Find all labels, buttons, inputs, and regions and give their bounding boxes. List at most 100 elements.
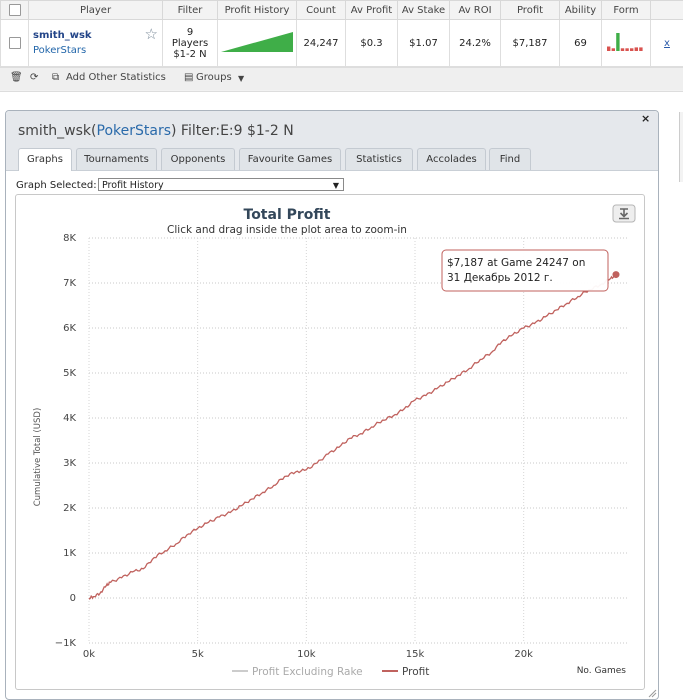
tooltip-line-2: 31 Декабрь 2012 г. [447,272,553,284]
form-cell [601,19,651,67]
filter-line: $1-2 N [173,48,207,60]
form-bar [639,46,643,51]
chart-subtitle: Click and drag inside the plot area to z… [167,224,407,236]
col-remove-header [650,0,683,20]
site-link[interactable]: PokerStars [29,45,162,56]
chart-container[interactable]: −1K 0 1K 2K 3K 4K 5K 6K 7K 8K 0k 5k 10k 15k 20k Total… [15,194,645,690]
form-bar [607,46,611,51]
table-row[interactable]: smith_wsk PokerStars ☆ 9 Players $1-2 N … [0,19,683,67]
dropdown-arrow-icon: ▼ [332,181,339,190]
col-count-header[interactable]: Count [296,0,346,20]
panel-header: smith_wsk(PokerStars) Filter:E:9 $1-2 N … [6,111,658,171]
y-axis-title: Cumulative Total (USD) [33,408,43,507]
remove-cell[interactable]: x [650,19,683,67]
x-tick-label: 20k [514,649,533,660]
tab-find[interactable]: Find [489,148,531,170]
filter-line: Players [171,37,209,49]
tab-favourite-games[interactable]: Favourite Games [239,148,341,170]
add-other-statistics-button[interactable]: Add Other Statistics [66,72,166,83]
legend-profit[interactable]: Profit [402,666,429,678]
y-tick-label: 0 [70,593,76,604]
resize-grip-icon[interactable] [647,688,657,698]
y-tick-label: 7K [63,278,76,289]
col-player-header[interactable]: Player [28,0,163,20]
col-ability-header[interactable]: Ability [559,0,602,20]
col-profit-history-header[interactable]: Profit History [217,0,297,20]
graph-select-value: Profit History [102,180,164,191]
chart-legend: Profit Excluding Rake Profit [232,666,429,678]
y-tick-label: −1K [55,638,77,649]
tooltip-line-1: $7,187 at Game 24247 on [447,257,585,269]
col-filter-header[interactable]: Filter [162,0,218,20]
profit-history-cell[interactable] [217,19,297,67]
player-name-link[interactable]: smith_wsk [29,30,162,41]
add-statistics-icon: ⧉ [52,72,60,83]
x-axis-labels: 0k 5k 10k 15k 20k [83,649,533,660]
col-profit-header[interactable]: Profit [500,0,560,20]
col-av-roi-header[interactable]: Av ROI [449,0,501,20]
download-button[interactable] [612,204,636,223]
favourite-star-icon[interactable]: ☆ [145,25,158,43]
y-tick-label: 4K [63,413,76,424]
last-data-point[interactable] [612,271,620,279]
trash-icon[interactable]: 🗑 [10,72,23,83]
form-bar [634,46,638,51]
av-roi-cell: 24.2% [449,19,501,67]
grid-lines [88,237,628,644]
y-tick-label: 2K [63,503,76,514]
y-tick-label: 6K [63,323,76,334]
table-toolbar: 🗑 ⟳ ⧉ Add Other Statistics ▤ Groups ▼ [0,67,683,90]
av-profit-cell: $0.3 [345,19,398,67]
chart-title: Total Profit [244,207,331,223]
chevron-down-icon[interactable]: ▼ [238,74,244,83]
col-av-stake-header[interactable]: Av Stake [397,0,450,20]
title-site-link[interactable]: PokerStars [97,123,172,139]
groups-button[interactable]: Groups [196,72,232,83]
filter-cell: 9 Players $1-2 N [162,19,218,67]
y-tick-label: 3K [63,458,76,469]
col-form-header[interactable]: Form [601,0,651,20]
profit-series-line[interactable] [88,273,617,600]
row-checkbox[interactable] [8,37,21,49]
select-all-checkbox[interactable] [8,4,21,16]
tab-graphs[interactable]: Graphs [18,148,72,171]
profit-history-sparkline[interactable] [220,31,294,53]
x-tick-label: 0k [83,649,95,660]
graph-select-dropdown[interactable]: Profit History ▼ [98,178,344,191]
title-player-name: smith_wsk [18,123,92,139]
form-bar [625,47,629,51]
header-row: Player Filter Profit History Count Av Pr… [0,0,683,20]
stats-grid: Player Filter Profit History Count Av Pr… [0,0,683,67]
title-filter: Filter:E:9 $1-2 N [176,123,294,139]
count-cell: 24,247 [296,19,346,67]
y-axis-labels: −1K 0 1K 2K 3K 4K 5K 6K 7K 8K [55,233,77,649]
form-bar [630,47,634,51]
remove-row-link[interactable]: x [664,38,670,49]
profit-cell: $7,187 [500,19,560,67]
tab-opponents[interactable]: Opponents [161,148,235,170]
close-panel-icon[interactable]: × [641,112,650,125]
row-select-cell[interactable] [0,19,29,67]
form-bar [620,47,625,51]
refresh-icon[interactable]: ⟳ [30,72,38,83]
form-bar [616,32,620,51]
legend-profit-excluding-rake[interactable]: Profit Excluding Rake [252,666,363,678]
x-tick-label: 15k [406,649,425,660]
col-av-profit-header[interactable]: Av Profit [345,0,398,20]
chart-tooltip: $7,187 at Game 24247 on 31 Декабрь 2012 … [441,249,609,292]
x-tick-label: 10k [297,649,316,660]
profit-chart[interactable]: −1K 0 1K 2K 3K 4K 5K 6K 7K 8K 0k 5k 10k 15k 20k Total… [16,195,644,689]
form-bar [611,47,615,51]
player-cell: smith_wsk PokerStars ☆ [28,19,163,67]
player-stats-table: Player Filter Profit History Count Av Pr… [0,0,683,92]
filter-line: 9 [186,26,194,38]
groups-icon: ▤ [184,72,194,83]
form-chart [607,32,643,51]
y-tick-label: 1K [63,548,76,559]
tab-accolades[interactable]: Accolades [417,148,486,170]
tab-statistics[interactable]: Statistics [345,148,413,170]
av-stake-cell: $1.07 [397,19,450,67]
panel-title: smith_wsk(PokerStars) Filter:E:9 $1-2 N [18,123,294,139]
select-all-header[interactable] [0,0,29,20]
tab-tournaments[interactable]: Tournaments [76,148,157,170]
